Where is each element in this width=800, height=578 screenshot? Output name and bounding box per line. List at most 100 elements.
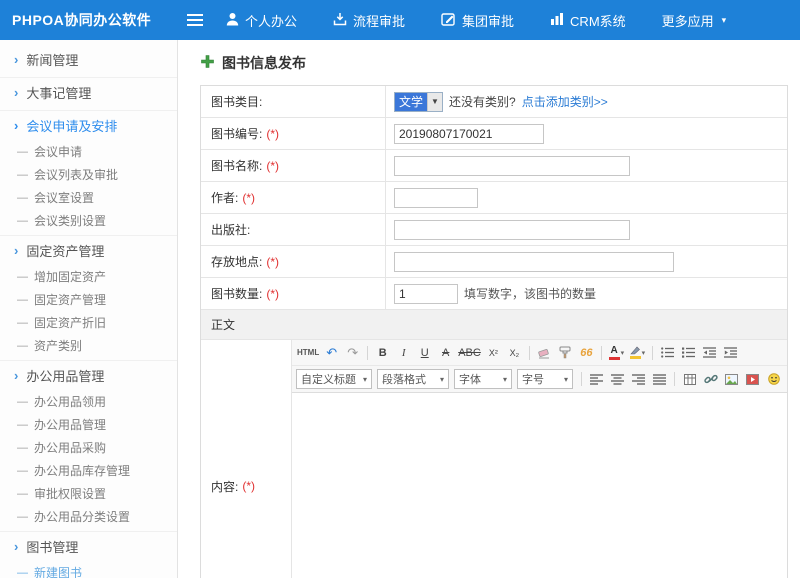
author-input[interactable] bbox=[394, 188, 478, 208]
highlight-color-button[interactable]: ▾ bbox=[628, 343, 647, 362]
undo-button[interactable]: ↶ bbox=[322, 343, 341, 362]
sidebar-item-fixed-asset-depreciation[interactable]: —固定资产折旧 bbox=[0, 311, 177, 334]
app-logo[interactable]: PHPOA协同办公软件 bbox=[0, 10, 178, 30]
location-input[interactable] bbox=[394, 252, 674, 272]
table-icon[interactable] bbox=[680, 370, 699, 389]
chevron-right-icon: › bbox=[14, 118, 18, 133]
strikethrough-button[interactable]: A bbox=[436, 343, 455, 362]
sidebar-item-book-management[interactable]: ›图书管理 bbox=[0, 531, 177, 561]
blockquote-button[interactable]: 66 bbox=[577, 343, 596, 362]
sidebar-item-memorabilia-management[interactable]: ›大事记管理 bbox=[0, 77, 177, 107]
outdent-icon[interactable] bbox=[700, 343, 719, 362]
dash-icon: — bbox=[17, 419, 28, 431]
add-plus-icon bbox=[200, 54, 215, 72]
nav-label: 更多应用 bbox=[662, 11, 714, 30]
required-mark: (*) bbox=[266, 255, 279, 269]
bold-button[interactable]: B bbox=[373, 343, 392, 362]
dash-icon: — bbox=[17, 567, 28, 578]
dash-icon: — bbox=[17, 215, 28, 227]
sidebar-item-news-management[interactable]: ›新闻管理 bbox=[0, 44, 177, 74]
align-right-icon[interactable] bbox=[629, 370, 648, 389]
app-root: PHPOA协同办公软件 个人办公 流程审批 集团审批 CRM系统 更多应用 ▾ bbox=[0, 0, 800, 578]
sidebar-item-meeting-category-settings[interactable]: —会议类别设置 bbox=[0, 209, 177, 232]
dash-icon: — bbox=[17, 465, 28, 477]
caret-down-icon: ▾ bbox=[621, 349, 625, 357]
book-number-input[interactable] bbox=[394, 124, 544, 144]
sidebar-item-fixed-assets[interactable]: ›固定资产管理 bbox=[0, 235, 177, 265]
nav-label: 流程审批 bbox=[353, 11, 405, 30]
chevron-right-icon: › bbox=[14, 368, 18, 383]
nav-personal-office[interactable]: 个人办公 bbox=[226, 11, 297, 30]
subscript-button[interactable]: X₂ bbox=[505, 343, 524, 362]
redo-button[interactable]: ↷ bbox=[343, 343, 362, 362]
chevron-right-icon: › bbox=[14, 52, 18, 67]
nav-group-approval[interactable]: 集团审批 bbox=[441, 11, 514, 30]
ordered-list-icon[interactable] bbox=[658, 343, 677, 362]
caret-down-icon: ▾ bbox=[440, 375, 444, 384]
category-selected-value: 文学 bbox=[395, 93, 427, 111]
sidebar-item-meeting-application[interactable]: —会议申请 bbox=[0, 140, 177, 163]
editor-body[interactable] bbox=[292, 393, 787, 578]
publisher-input[interactable] bbox=[394, 220, 630, 240]
dash-icon: — bbox=[17, 294, 28, 306]
sidebar-item-meeting-list-approval[interactable]: —会议列表及审批 bbox=[0, 163, 177, 186]
category-select[interactable]: 文学 ▼ bbox=[394, 92, 443, 112]
sidebar-item-meeting-room-settings[interactable]: —会议室设置 bbox=[0, 186, 177, 209]
required-mark: (*) bbox=[266, 159, 279, 173]
nav-label: 集团审批 bbox=[462, 11, 514, 30]
sidebar-item-supplies-claim[interactable]: —办公用品领用 bbox=[0, 390, 177, 413]
form-row-quantity: 图书数量:(*) 填写数字，该图书的数量 bbox=[201, 278, 787, 310]
sidebar-item-meeting-apply[interactable]: ›会议申请及安排 bbox=[0, 110, 177, 140]
nav-more-apps[interactable]: 更多应用 ▾ bbox=[662, 11, 727, 30]
superscript-button[interactable]: X² bbox=[484, 343, 503, 362]
sidebar-item-approval-permission[interactable]: —审批权限设置 bbox=[0, 482, 177, 505]
align-left-icon[interactable] bbox=[587, 370, 606, 389]
underline-button[interactable]: U bbox=[415, 343, 434, 362]
align-center-icon[interactable] bbox=[608, 370, 627, 389]
sidebar-item-supplies-purchase[interactable]: —办公用品采购 bbox=[0, 436, 177, 459]
chevron-right-icon: › bbox=[14, 85, 18, 100]
sidebar-item-supplies-inventory[interactable]: —办公用品库存管理 bbox=[0, 459, 177, 482]
font-color-button[interactable]: A ▾ bbox=[607, 343, 626, 362]
top-nav: 个人办公 流程审批 集团审批 CRM系统 更多应用 ▾ bbox=[226, 11, 726, 30]
paragraph-format-select[interactable]: 段落格式▾ bbox=[377, 369, 449, 389]
align-justify-icon[interactable] bbox=[650, 370, 669, 389]
format-painter-icon[interactable] bbox=[556, 343, 575, 362]
sidebar-item-add-fixed-asset[interactable]: —增加固定资产 bbox=[0, 265, 177, 288]
nav-label: 个人办公 bbox=[245, 11, 297, 30]
image-icon[interactable] bbox=[722, 370, 741, 389]
sidebar-item-asset-category[interactable]: —资产类别 bbox=[0, 334, 177, 357]
sidebar-item-office-supplies[interactable]: ›办公用品管理 bbox=[0, 360, 177, 390]
form-row-publisher: 出版社: bbox=[201, 214, 787, 246]
source-code-button[interactable]: HTML bbox=[296, 343, 320, 362]
font-family-select[interactable]: 字体▾ bbox=[454, 369, 512, 389]
quantity-input[interactable] bbox=[394, 284, 458, 304]
sidebar-item-fixed-asset-management[interactable]: —固定资产管理 bbox=[0, 288, 177, 311]
sidebar-item-supplies-management[interactable]: —办公用品管理 bbox=[0, 413, 177, 436]
italic-button[interactable]: I bbox=[394, 343, 413, 362]
sidebar-item-new-book[interactable]: —新建图书 bbox=[0, 561, 177, 578]
book-name-input[interactable] bbox=[394, 156, 630, 176]
emoticon-icon[interactable] bbox=[764, 370, 783, 389]
rich-text-editor: HTML ↶ ↷ B I U A ABC X² bbox=[292, 340, 787, 578]
caret-down-icon: ▾ bbox=[363, 375, 367, 384]
strikethrough-abc-button[interactable]: ABC bbox=[457, 343, 482, 362]
remove-format-eraser-icon[interactable] bbox=[535, 343, 554, 362]
page-title: 图书信息发布 bbox=[222, 53, 306, 73]
dash-icon: — bbox=[17, 271, 28, 283]
chevron-right-icon: › bbox=[14, 243, 18, 258]
link-icon[interactable] bbox=[701, 370, 720, 389]
add-category-link[interactable]: 点击添加类别>> bbox=[522, 93, 608, 110]
hamburger-menu-icon[interactable] bbox=[178, 0, 212, 40]
font-size-select[interactable]: 字号▾ bbox=[517, 369, 573, 389]
media-icon[interactable] bbox=[743, 370, 762, 389]
nav-crm-system[interactable]: CRM系统 bbox=[550, 11, 626, 30]
sidebar-item-supplies-classification[interactable]: —办公用品分类设置 bbox=[0, 505, 177, 528]
toolbar-separator bbox=[601, 346, 602, 360]
main-content: 图书信息发布 图书类目: 文学 ▼ 还没有类别? 点击添加类别>> bbox=[178, 40, 800, 578]
nav-process-approval[interactable]: 流程审批 bbox=[333, 11, 405, 30]
indent-icon[interactable] bbox=[721, 343, 740, 362]
heading-select[interactable]: 自定义标题▾ bbox=[296, 369, 372, 389]
unordered-list-icon[interactable] bbox=[679, 343, 698, 362]
form-row-category: 图书类目: 文学 ▼ 还没有类别? 点击添加类别>> bbox=[201, 86, 787, 118]
